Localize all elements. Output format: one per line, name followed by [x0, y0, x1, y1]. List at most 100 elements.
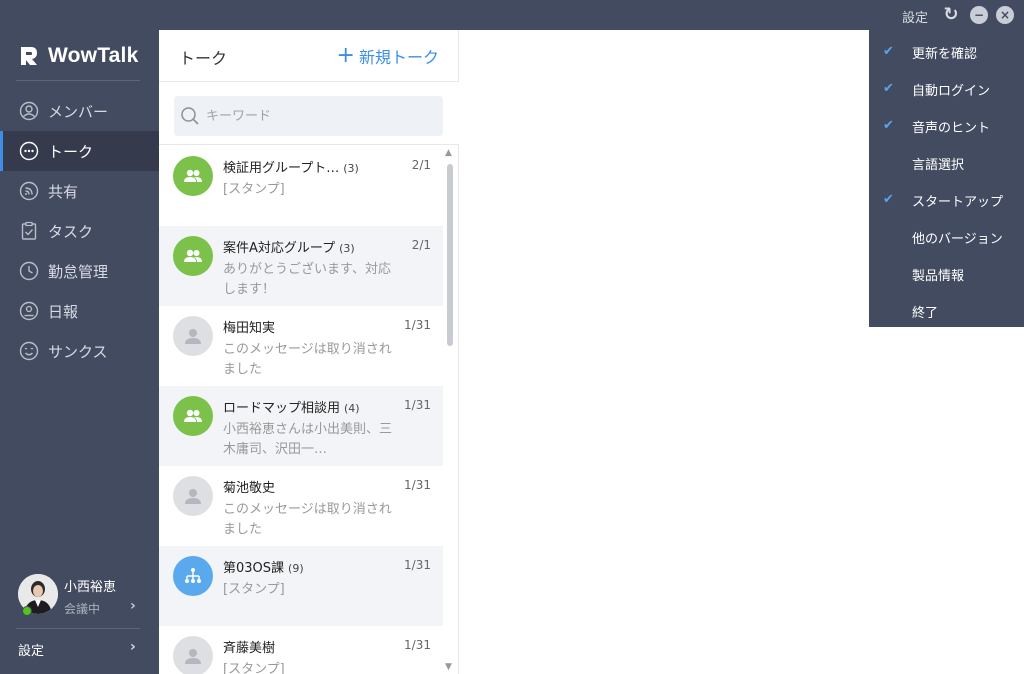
sidebar: WowTalk メンバー トーク 共有 タスク 勤怠管理 日報 サンクス 小西裕…	[0, 30, 159, 674]
org-chart-icon	[185, 568, 201, 583]
plus-icon: +	[336, 43, 355, 68]
menu-item-quit[interactable]: 終了	[869, 293, 1024, 330]
chat-icon	[18, 140, 40, 162]
report-icon	[18, 300, 40, 322]
settings-menu-button[interactable]: 設定	[902, 7, 928, 26]
conversation-preview: ありがとうございます、対応します！	[223, 262, 391, 297]
conversation-preview: このメッセージは取り消されました	[223, 342, 392, 377]
conversation-list: 検証用グループト… (3) 2/1 [スタンプ] 案件A対応グループ (3) 2/1…	[159, 146, 443, 674]
conversation-name: 梅田知実	[223, 321, 276, 336]
chevron-right-icon[interactable]: ›	[130, 639, 136, 655]
menu-item-sound-hint[interactable]: ✔ 音声のヒント	[869, 108, 1024, 145]
search-input[interactable]	[206, 108, 426, 124]
person-icon	[185, 329, 201, 344]
sidebar-item-member[interactable]: メンバー	[0, 91, 159, 131]
close-icon[interactable]: ×	[996, 6, 1014, 24]
check-icon: ✔	[883, 118, 894, 133]
sidebar-item-label: 共有	[48, 182, 79, 201]
conversation-name: 菊池敬史	[223, 481, 276, 496]
conversation-date: 1/31	[404, 318, 431, 332]
group-avatar	[173, 396, 213, 436]
settings-dropdown-menu: ✔ 更新を確認 ✔ 自動ログイン ✔ 音声のヒント 言語選択 ✔ スタートアップ 他のバ…	[869, 30, 1024, 327]
search-area	[159, 82, 459, 145]
person-avatar	[173, 636, 213, 674]
conversation-date: 2/1	[411, 238, 431, 252]
menu-item-check-update[interactable]: ✔ 更新を確認	[869, 34, 1024, 71]
conversation-name: 検証用グループト… (3)	[223, 161, 359, 176]
list-item[interactable]: 斉藤美樹 1/31 [スタンプ]	[159, 626, 443, 674]
search-icon	[181, 107, 199, 125]
sidebar-item-label: タスク	[48, 222, 94, 241]
task-icon	[18, 220, 40, 242]
menu-item-startup[interactable]: ✔ スタートアップ	[869, 182, 1024, 219]
menu-item-product-info[interactable]: 製品情報	[869, 256, 1024, 293]
sidebar-item-label: トーク	[48, 142, 94, 161]
sidebar-item-label: 勤怠管理	[48, 262, 109, 281]
sidebar-item-thanks[interactable]: サンクス	[0, 331, 159, 371]
list-item[interactable]: 検証用グループト… (3) 2/1 [スタンプ]	[159, 146, 443, 226]
conversation-date: 2/1	[411, 158, 431, 172]
online-status-dot	[22, 606, 32, 616]
minimize-icon[interactable]: −	[970, 6, 988, 24]
list-item[interactable]: 梅田知実 1/31 このメッセージは取り消されました	[159, 306, 443, 386]
member-icon	[18, 100, 40, 122]
app-logo: WowTalk	[18, 43, 138, 69]
conversation-date: 1/31	[404, 558, 431, 572]
conversation-name: ロードマップ相談用 (4)	[223, 401, 360, 416]
group-avatar	[173, 156, 213, 196]
group-avatar	[173, 236, 213, 276]
person-icon	[185, 489, 201, 504]
person-avatar	[173, 476, 213, 516]
new-talk-button[interactable]: + 新規トーク	[337, 44, 439, 68]
scroll-down-icon[interactable]: ▼	[445, 662, 452, 672]
profile-name: 小西裕恵	[64, 580, 117, 595]
menu-item-other-version[interactable]: 他のバージョン	[869, 219, 1024, 256]
list-scrollbar[interactable]: ▲ ▼	[444, 148, 456, 672]
person-icon	[185, 649, 201, 664]
sidebar-item-label: メンバー	[48, 102, 109, 121]
group-icon	[184, 249, 202, 262]
check-icon: ✔	[883, 192, 894, 207]
menu-item-language[interactable]: 言語選択	[869, 145, 1024, 182]
sidebar-item-attendance[interactable]: 勤怠管理	[0, 251, 159, 291]
person-avatar	[173, 316, 213, 356]
conversation-preview: [スタンプ]	[223, 182, 285, 197]
sidebar-item-task[interactable]: タスク	[0, 211, 159, 251]
share-icon	[18, 180, 40, 202]
conversation-preview: [スタンプ]	[223, 582, 285, 597]
list-item[interactable]: 菊池敬史 1/31 このメッセージは取り消されました	[159, 466, 443, 546]
new-talk-label: 新規トーク	[358, 48, 439, 67]
conversation-date: 1/31	[404, 638, 431, 652]
sidebar-nav: メンバー トーク 共有 タスク 勤怠管理 日報 サンクス	[0, 91, 159, 371]
user-profile[interactable]: 小西裕恵 会議中 ›	[0, 570, 159, 626]
org-avatar	[173, 556, 213, 596]
conversation-name: 斉藤美樹	[223, 641, 276, 656]
sidebar-item-share[interactable]: 共有	[0, 171, 159, 211]
list-item[interactable]: 第03OS課 (9) 1/31 [スタンプ]	[159, 546, 443, 626]
refresh-icon[interactable]: ↻	[942, 6, 960, 24]
search-box[interactable]	[174, 96, 443, 136]
check-icon: ✔	[883, 44, 894, 59]
divider	[16, 80, 140, 81]
divider	[16, 628, 140, 629]
scrollbar-thumb[interactable]	[447, 164, 453, 346]
scroll-up-icon[interactable]: ▲	[445, 148, 452, 158]
list-item[interactable]: 案件A対応グループ (3) 2/1 ありがとうございます、対応します！	[159, 226, 443, 306]
chevron-right-icon[interactable]: ›	[130, 598, 136, 614]
list-item[interactable]: ロードマップ相談用 (4) 1/31 小西裕恵さんは小出美則、三木庸司、沢田一…	[159, 386, 443, 466]
conversation-preview: 小西裕恵さんは小出美則、三木庸司、沢田一…	[223, 422, 393, 457]
group-icon	[184, 409, 202, 422]
talk-panel: トーク + 新規トーク 検証用グループト…(3) 2/1 [スタンプ] 案件A対…	[159, 30, 459, 674]
conversation-preview: このメッセージは取り消されました	[223, 502, 392, 537]
conversation-date: 1/31	[404, 398, 431, 412]
profile-status: 会議中	[64, 602, 101, 616]
sidebar-item-talk[interactable]: トーク	[0, 131, 159, 171]
conversation-preview: [スタンプ]	[223, 662, 285, 674]
sidebar-item-label: 日報	[48, 302, 79, 321]
sidebar-settings-link[interactable]: 設定	[18, 640, 44, 659]
sidebar-item-label: サンクス	[48, 342, 108, 361]
menu-item-auto-login[interactable]: ✔ 自動ログイン	[869, 71, 1024, 108]
talk-header: トーク + 新規トーク	[159, 30, 459, 82]
sidebar-item-report[interactable]: 日報	[0, 291, 159, 331]
conversation-name: 案件A対応グループ (3)	[223, 241, 355, 256]
